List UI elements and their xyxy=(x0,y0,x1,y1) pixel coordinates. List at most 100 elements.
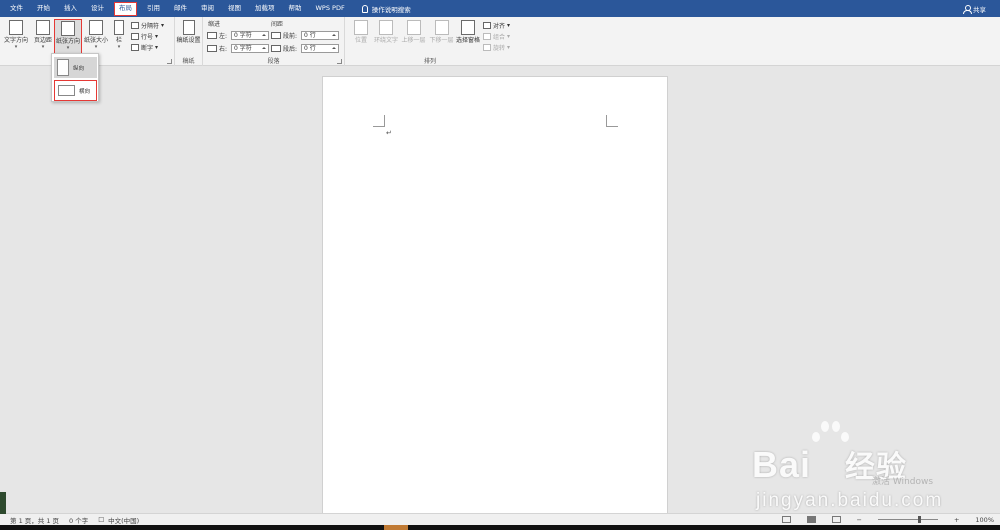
indent-left-field: 左: 0 字符 xyxy=(207,30,269,40)
zoom-slider[interactable] xyxy=(877,516,938,523)
activate-windows-text: 激活 Windows xyxy=(872,477,934,487)
tab-view[interactable]: 视图 xyxy=(221,0,248,17)
ribbon: 文字方向 ▾ 页边距 ▾ 纸张方向 ▾ 纸张大小 ▾ 栏 ▾ 分隔符 ▾ 行号 … xyxy=(0,17,1000,66)
group-icon xyxy=(483,32,491,40)
chevron-down-icon: ▾ xyxy=(14,44,18,50)
orientation-menu: 纵向 横向 xyxy=(51,53,99,102)
margin-corner-top-right xyxy=(606,115,618,127)
selection-pane-icon xyxy=(461,20,475,35)
baidu-jingyan-watermark: Bai 经验 激活 Windows jingyan.baidu.com xyxy=(752,418,982,518)
spacing-before-field: 段前: 0 行 xyxy=(271,30,339,40)
margin-corner-top-left xyxy=(373,115,385,127)
group-paragraph: 缩进 间距 左: 0 字符 右: 0 字符 段前: 0 行 段后: 0 行 段落 xyxy=(203,17,345,66)
taskbar xyxy=(0,525,1000,530)
spacing-after-input[interactable]: 0 行 xyxy=(301,43,339,53)
indent-left-input[interactable]: 0 字符 xyxy=(231,30,269,40)
indent-left-icon xyxy=(207,31,217,39)
chevron-down-icon: ▾ xyxy=(41,44,45,50)
tab-insert[interactable]: 插入 xyxy=(57,0,84,17)
watermark-brand: Bai xyxy=(752,444,812,485)
tab-layout[interactable]: 布局 xyxy=(114,1,137,16)
tab-wps-pdf[interactable]: WPS PDF xyxy=(309,0,352,17)
status-language[interactable]: 中文(中国) xyxy=(108,515,139,525)
orientation-landscape-option[interactable]: 横向 xyxy=(54,80,97,101)
status-word-count[interactable]: 0 个字 xyxy=(69,515,88,525)
tab-design[interactable]: 设计 xyxy=(84,0,111,17)
line-numbers-button[interactable]: 行号 ▾ xyxy=(131,31,158,41)
page-setup-launcher[interactable] xyxy=(167,59,172,64)
document-page[interactable]: ↵ xyxy=(322,76,668,516)
send-backward-button[interactable]: 下移一层 xyxy=(428,19,455,55)
chevron-down-icon: ▾ xyxy=(66,45,70,51)
hyphenation-icon xyxy=(131,43,139,51)
bring-forward-button[interactable]: 上移一层 xyxy=(400,19,427,55)
tab-review[interactable]: 审阅 xyxy=(194,0,221,17)
tab-file[interactable]: 文件 xyxy=(3,0,30,17)
text-direction-icon xyxy=(9,20,23,35)
proofing-icon[interactable]: ☐ xyxy=(98,516,104,524)
spacing-after-icon xyxy=(271,44,281,52)
word-window: 文件 开始 插入 设计 布局 引用 邮件 审阅 视图 加载项 帮助 WPS PD… xyxy=(0,0,1000,530)
watermark-brand-cn: 经验 xyxy=(845,451,908,484)
zoom-slider-thumb[interactable] xyxy=(917,516,921,523)
read-mode-button[interactable] xyxy=(781,516,791,523)
status-bar: 第 1 页，共 1 页 0 个字 ☐ 中文(中国) − + 100% xyxy=(0,513,1000,525)
tell-me-search[interactable]: 操作说明搜索 xyxy=(361,4,411,14)
web-layout-button[interactable] xyxy=(831,516,841,523)
tab-help[interactable]: 帮助 xyxy=(282,0,309,17)
tell-me-label: 操作说明搜索 xyxy=(371,5,411,14)
breaks-icon xyxy=(131,21,139,29)
spacing-header: 间距 xyxy=(271,21,284,28)
tab-home[interactable]: 开始 xyxy=(30,0,57,17)
lightbulb-icon xyxy=(361,4,368,13)
print-layout-button[interactable] xyxy=(806,516,816,523)
group-objects-button[interactable]: 组合 ▾ xyxy=(483,31,510,41)
size-button[interactable]: 纸张大小 ▾ xyxy=(83,19,109,55)
spacing-before-input[interactable]: 0 行 xyxy=(301,30,339,40)
position-button[interactable]: 位置 xyxy=(348,19,374,55)
tab-mailings[interactable]: 邮件 xyxy=(167,0,194,17)
ribbon-tab-bar: 文件 开始 插入 设计 布局 引用 邮件 审阅 视图 加载项 帮助 WPS PD… xyxy=(0,0,1000,17)
portrait-page-icon xyxy=(57,59,69,76)
tab-addins[interactable]: 加载项 xyxy=(248,0,282,17)
align-icon xyxy=(483,21,491,29)
margins-button[interactable]: 页边距 ▾ xyxy=(30,19,56,55)
landscape-page-icon xyxy=(58,85,75,96)
text-direction-button[interactable]: 文字方向 ▾ xyxy=(3,19,29,55)
share-button[interactable]: 共享 xyxy=(963,0,986,17)
zoom-in-button[interactable]: + xyxy=(954,516,959,524)
indent-right-input[interactable]: 0 字符 xyxy=(231,43,269,53)
line-numbers-icon xyxy=(131,32,139,40)
hyphenation-button[interactable]: 断字 ▾ xyxy=(131,42,158,52)
taskbar-active-item[interactable] xyxy=(384,525,408,530)
position-icon xyxy=(354,20,368,35)
person-icon xyxy=(963,4,972,14)
wrap-text-icon xyxy=(379,20,393,35)
bring-forward-icon xyxy=(406,20,421,35)
orientation-icon xyxy=(61,21,75,36)
indent-right-icon xyxy=(207,44,217,52)
rotate-button[interactable]: 旋转 ▾ xyxy=(483,42,510,52)
zoom-out-button[interactable]: − xyxy=(857,516,862,524)
wrap-text-button[interactable]: 环绕文字 xyxy=(373,19,399,55)
spacing-after-field: 段后: 0 行 xyxy=(271,43,339,53)
draft-group-label: 稿纸 xyxy=(182,58,195,65)
columns-button[interactable]: 栏 ▾ xyxy=(110,19,128,55)
spacing-before-icon xyxy=(271,31,281,39)
draft-paper-icon xyxy=(182,20,195,35)
chevron-down-icon: ▾ xyxy=(117,44,121,50)
zoom-level[interactable]: 100% xyxy=(975,516,994,524)
page-size-icon xyxy=(89,20,103,35)
tab-references[interactable]: 引用 xyxy=(140,0,167,17)
align-button[interactable]: 对齐 ▾ xyxy=(483,20,510,30)
watermark-url: jingyan.baidu.com xyxy=(756,490,944,511)
selection-pane-button[interactable]: 选择窗格 xyxy=(455,19,481,55)
paragraph-launcher[interactable] xyxy=(337,59,342,64)
orientation-button[interactable]: 纸张方向 ▾ xyxy=(54,19,82,55)
breaks-button[interactable]: 分隔符 ▾ xyxy=(131,20,164,30)
orientation-portrait-option[interactable]: 纵向 xyxy=(54,57,97,78)
baidu-paw-logo xyxy=(810,418,850,458)
arrange-group-label: 排列 xyxy=(423,58,436,65)
status-page-count[interactable]: 第 1 页，共 1 页 xyxy=(10,515,59,525)
draft-settings-button[interactable]: 稿纸设置 xyxy=(176,19,201,55)
